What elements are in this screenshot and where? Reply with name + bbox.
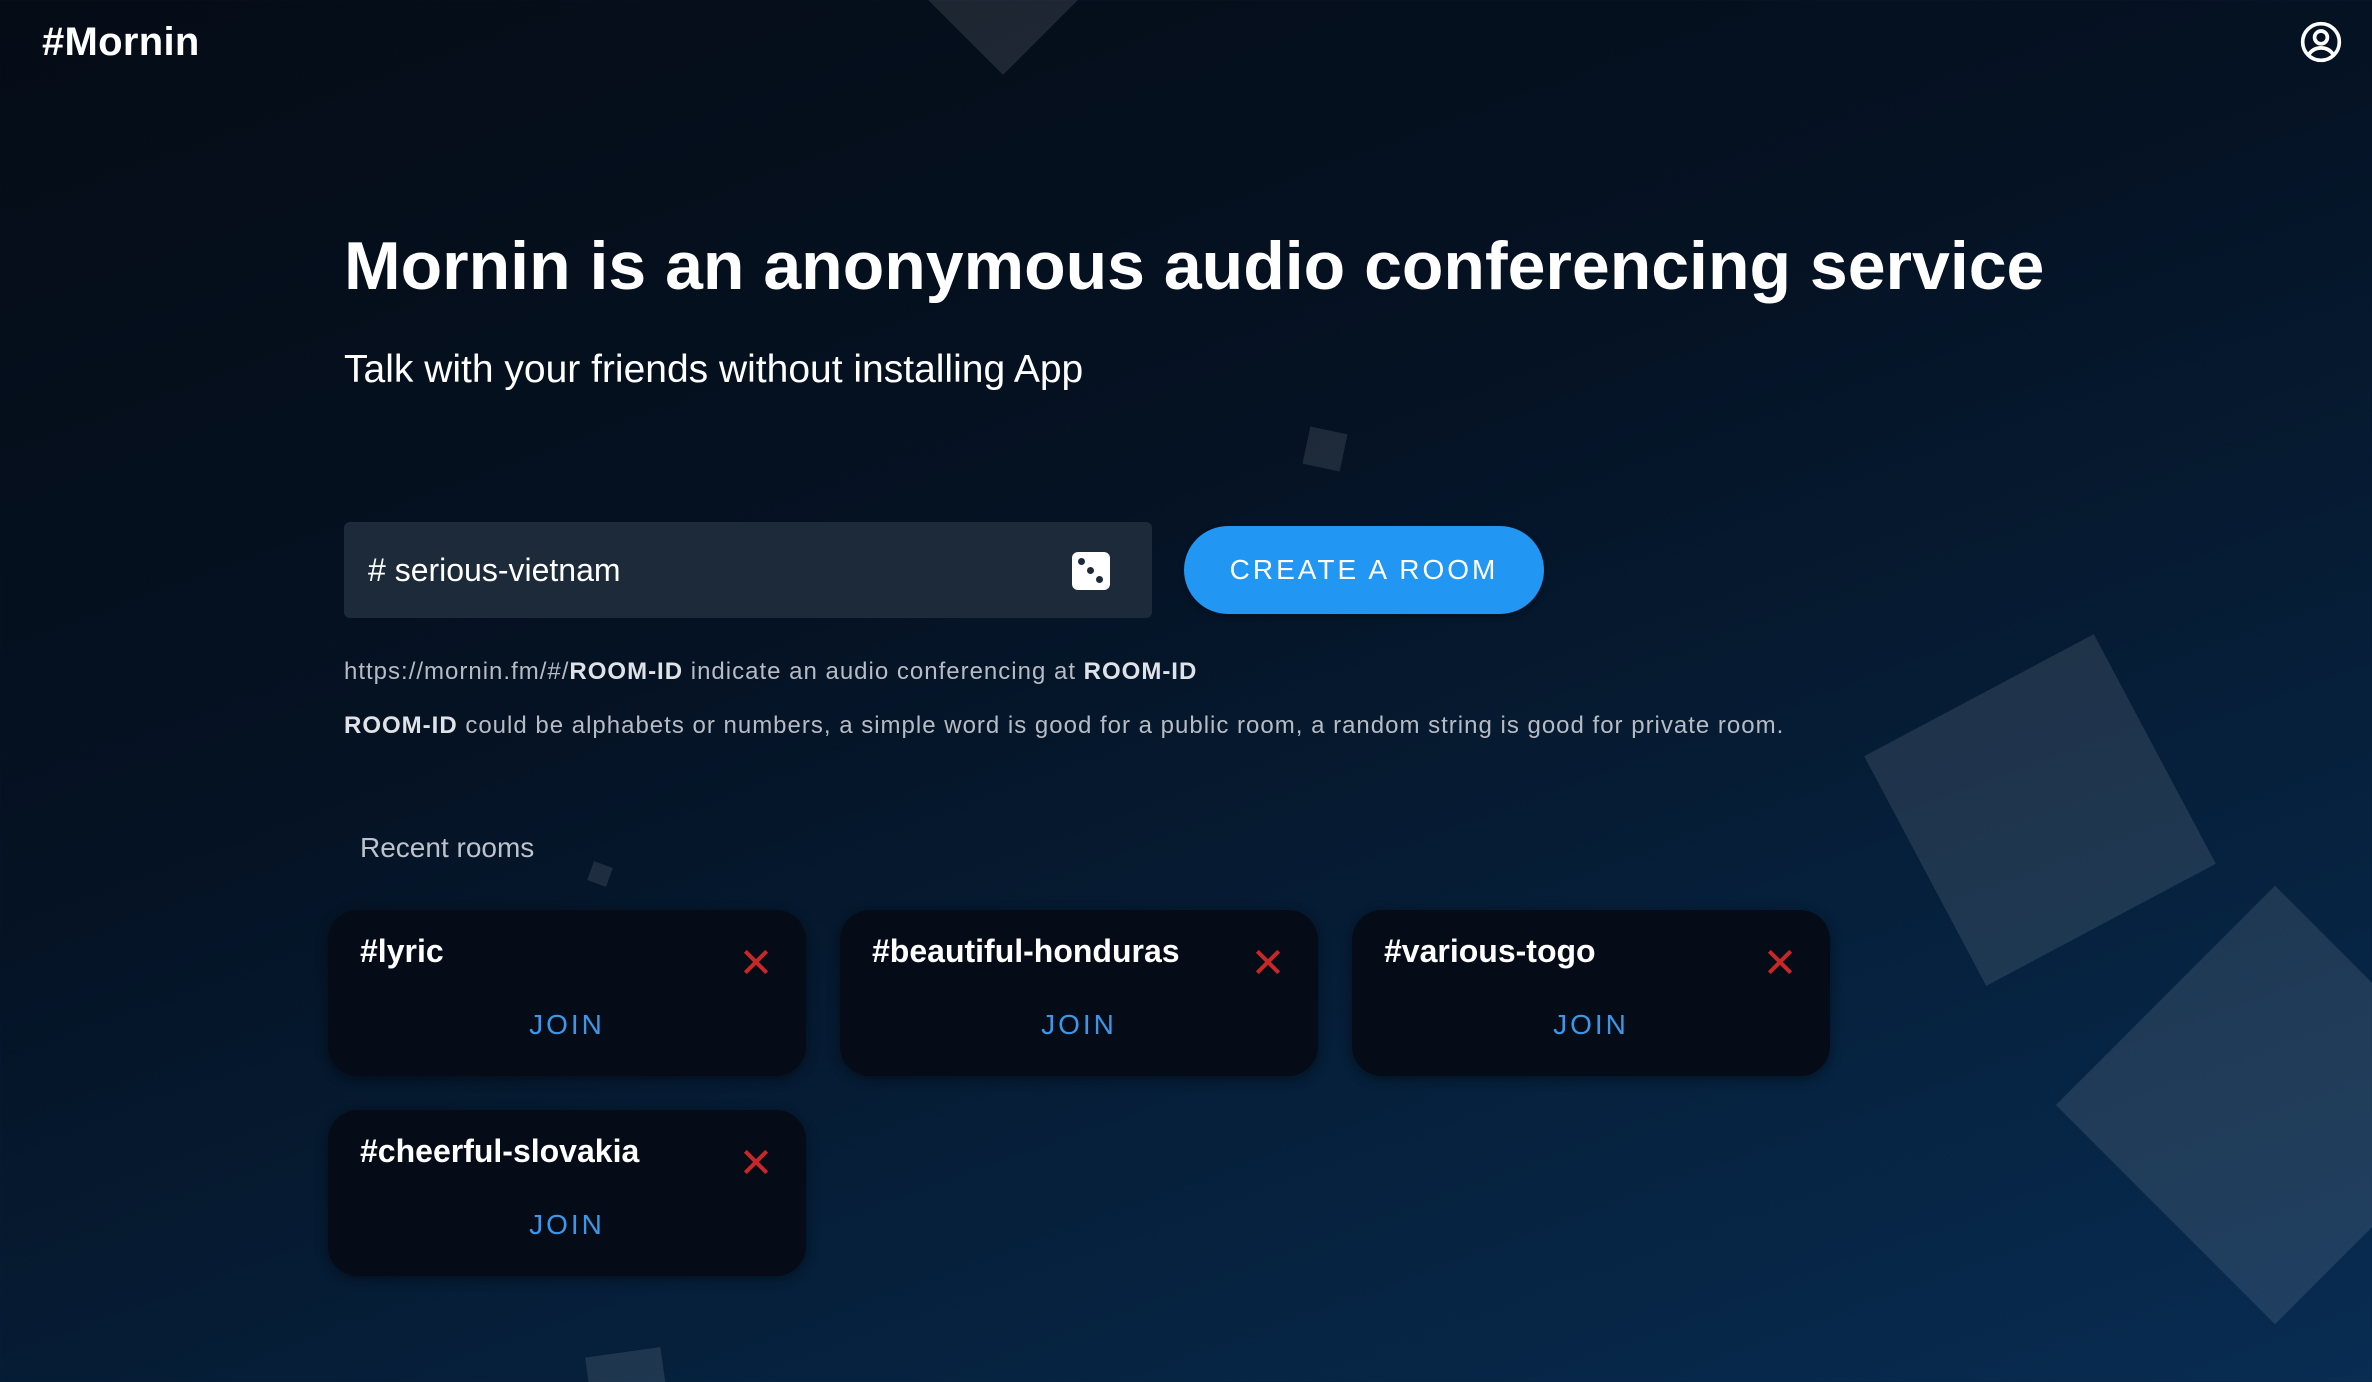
close-icon [743, 1149, 769, 1175]
close-icon [743, 949, 769, 975]
close-icon [1767, 949, 1793, 975]
hint-room-id: ROOM-ID [1083, 658, 1198, 685]
background-shape [587, 861, 613, 887]
room-card: #beautiful-honduras JOIN [840, 910, 1318, 1076]
room-id-hint: ROOM-ID could be alphabets or numbers, a… [344, 710, 1784, 742]
hint-room-id: ROOM-ID [344, 712, 458, 739]
hint-text: could be alphabets or numbers, a simple … [457, 712, 1785, 739]
remove-room-button[interactable] [740, 1146, 772, 1178]
room-card: #cheerful-slovakia JOIN [328, 1110, 806, 1276]
create-room-button[interactable]: CREATE A ROOM [1184, 526, 1544, 614]
room-card-name: #lyric [360, 933, 444, 969]
page-subtitle: Talk with your friends without installin… [344, 348, 1084, 391]
recent-rooms-label: Recent rooms [360, 832, 535, 863]
room-card: #various-togo JOIN [1352, 910, 1830, 1076]
page-title: Mornin is an anonymous audio conferencin… [344, 228, 2045, 304]
close-icon [1255, 949, 1281, 975]
remove-room-button[interactable] [1252, 946, 1284, 978]
background-shape [1864, 634, 2216, 986]
remove-room-button[interactable] [740, 946, 772, 978]
room-card-name: #cheerful-slovakia [360, 1133, 640, 1169]
hint-room-id: ROOM-ID [569, 658, 684, 685]
background-shape [1302, 426, 1348, 472]
dice-icon [1072, 552, 1110, 590]
random-room-button[interactable] [1072, 552, 1110, 590]
room-card-name: #beautiful-honduras [872, 933, 1180, 969]
account-button[interactable] [2299, 20, 2343, 64]
background-shape [2055, 885, 2372, 1325]
background-shape [585, 1347, 671, 1382]
app-logo[interactable]: #Mornin [42, 16, 200, 68]
background-shape [918, 0, 1088, 75]
room-id-input[interactable] [344, 522, 1044, 618]
join-room-button[interactable]: JOIN [328, 1004, 806, 1046]
room-card: #lyric JOIN [328, 910, 806, 1076]
room-card-name: #various-togo [1384, 933, 1596, 969]
join-room-button[interactable]: JOIN [328, 1204, 806, 1246]
hint-url: https://mornin.fm/#/ [344, 658, 570, 685]
room-url-hint: https://mornin.fm/#/ROOM-ID indicate an … [344, 656, 1197, 688]
remove-room-button[interactable] [1764, 946, 1796, 978]
room-id-field [344, 522, 1152, 618]
hint-text: indicate an audio conferencing at [683, 658, 1084, 685]
join-room-button[interactable]: JOIN [1352, 1004, 1830, 1046]
join-room-button[interactable]: JOIN [840, 1004, 1318, 1046]
account-circle-icon [2300, 21, 2342, 63]
